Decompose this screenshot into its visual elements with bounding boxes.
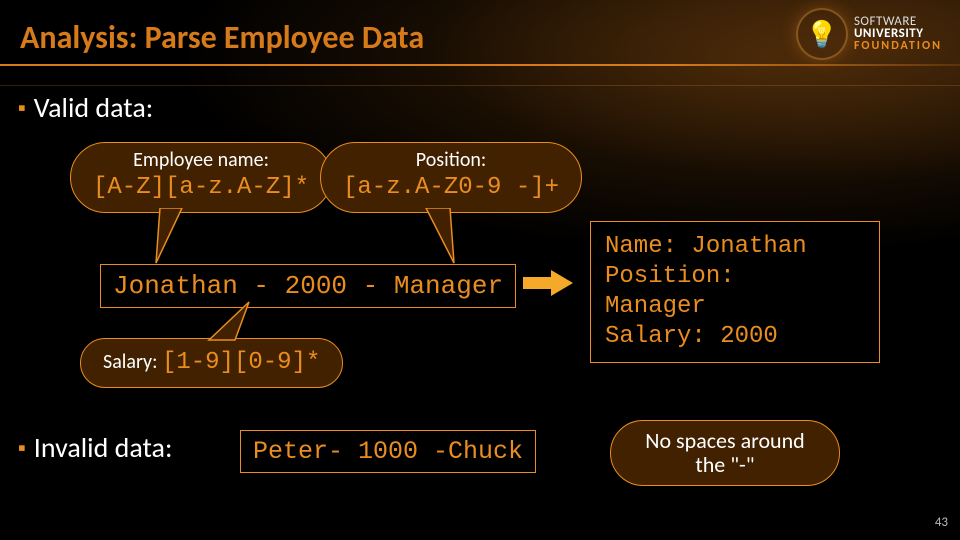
slide: Analysis: Parse Employee Data 💡 SOFTWARE… xyxy=(0,0,960,540)
bullet-icon: ▪ xyxy=(18,434,26,461)
arrow-right-icon xyxy=(523,270,573,296)
page-number: 43 xyxy=(935,515,948,530)
bullet-icon: ▪ xyxy=(18,94,26,121)
position-callout: Position: [a-z.A-Z0-9 -]+ xyxy=(320,142,582,213)
slide-title: Analysis: Parse Employee Data xyxy=(20,18,424,57)
position-label: Position: xyxy=(416,148,486,172)
invalid-data-bullet: ▪ Invalid data: xyxy=(18,430,172,465)
note-callout: No spaces around the "-" xyxy=(610,420,840,486)
employee-name-regex: [A-Z][a-z.A-Z]* xyxy=(93,174,309,202)
salary-callout: Salary: [1-9][0-9]* xyxy=(80,338,343,388)
invalid-example-code: Peter- 1000 -Chuck xyxy=(240,430,536,473)
callout-tail xyxy=(150,208,190,268)
logo-text: SOFTWARE UNIVERSITY FOUNDATION xyxy=(854,16,942,52)
title-underline xyxy=(0,64,960,66)
employee-name-callout: Employee name: [A-Z][a-z.A-Z]* xyxy=(70,142,332,213)
valid-data-bullet: ▪ Valid data: xyxy=(18,90,153,125)
employee-name-label: Employee name: xyxy=(133,148,269,172)
logo-line-3: FOUNDATION xyxy=(854,41,942,52)
invalid-data-label: Invalid data: xyxy=(34,430,173,465)
callout-tail xyxy=(205,300,255,342)
brand-logo: 💡 SOFTWARE UNIVERSITY FOUNDATION xyxy=(798,10,942,58)
lightbulb-icon: 💡 xyxy=(798,10,846,58)
salary-label: Salary: xyxy=(103,350,157,374)
position-regex: [a-z.A-Z0-9 -]+ xyxy=(343,174,559,202)
valid-data-label: Valid data: xyxy=(34,90,153,125)
salary-regex: [1-9][0-9]* xyxy=(162,349,320,376)
callout-tail xyxy=(420,208,460,268)
output-box: Name: Jonathan Position: Manager Salary:… xyxy=(590,221,880,363)
swoosh-line xyxy=(0,85,960,86)
valid-example-code: Jonathan - 2000 - Manager xyxy=(100,264,516,308)
